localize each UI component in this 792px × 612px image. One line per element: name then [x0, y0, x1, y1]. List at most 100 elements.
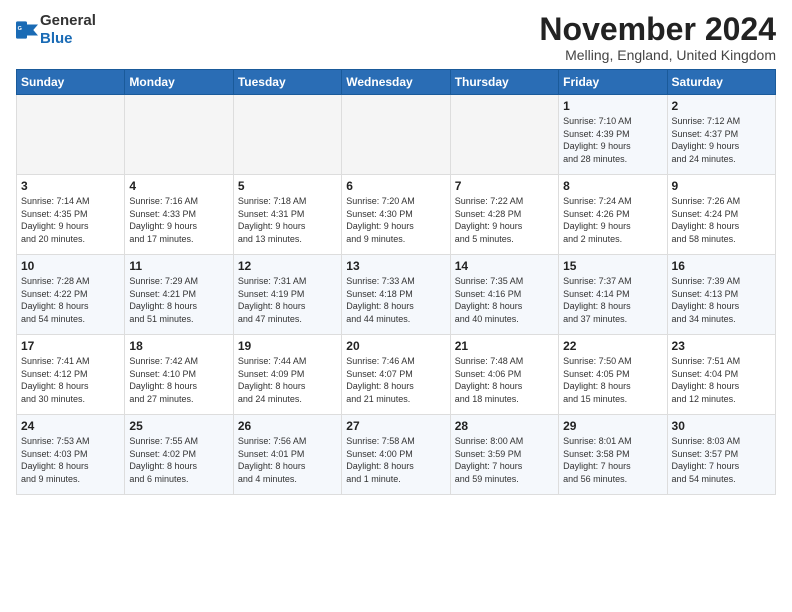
calendar-day-cell: 5 Sunrise: 7:18 AM Sunset: 4:31 PM Daylig…	[233, 175, 341, 255]
title-block: November 2024 Melling, England, United K…	[539, 12, 776, 63]
day-number: 7	[455, 179, 554, 193]
day-number: 12	[238, 259, 337, 273]
calendar-day-cell: 30Sunrise: 8:03 AM Sunset: 3:57 PM Dayli…	[667, 415, 775, 495]
calendar-week-row: 3 Sunrise: 7:14 AM Sunset: 4:35 PM Daylig…	[17, 175, 776, 255]
calendar-week-row: 1 Sunrise: 7:10 AM Sunset: 4:39 PM Daylig…	[17, 95, 776, 175]
day-number: 16	[672, 259, 771, 273]
day-number: 6	[346, 179, 445, 193]
day-number: 5	[238, 179, 337, 193]
calendar-day-cell: 10 Sunrise: 7:28 AM Sunset: 4:22 PM Dayli…	[17, 255, 125, 335]
day-detail: Sunrise: 7:16 AM Sunset: 4:33 PM Dayligh…	[129, 195, 228, 245]
calendar-day-cell: 20Sunrise: 7:46 AM Sunset: 4:07 PM Dayli…	[342, 335, 450, 415]
calendar-day-cell: 3 Sunrise: 7:14 AM Sunset: 4:35 PM Daylig…	[17, 175, 125, 255]
calendar-day-cell: 9 Sunrise: 7:26 AM Sunset: 4:24 PM Daylig…	[667, 175, 775, 255]
day-detail: Sunrise: 7:10 AM Sunset: 4:39 PM Dayligh…	[563, 115, 662, 165]
day-number: 19	[238, 339, 337, 353]
calendar-day-cell: 7 Sunrise: 7:22 AM Sunset: 4:28 PM Daylig…	[450, 175, 558, 255]
day-number: 23	[672, 339, 771, 353]
day-detail: Sunrise: 7:58 AM Sunset: 4:00 PM Dayligh…	[346, 435, 445, 485]
day-number: 9	[672, 179, 771, 193]
day-number: 18	[129, 339, 228, 353]
calendar-day-cell: 25 Sunrise: 7:55 AM Sunset: 4:02 PM Dayli…	[125, 415, 233, 495]
calendar-table: Sunday Monday Tuesday Wednesday Thursday…	[16, 69, 776, 495]
day-number: 26	[238, 419, 337, 433]
calendar-day-cell: 21 Sunrise: 7:48 AM Sunset: 4:06 PM Dayli…	[450, 335, 558, 415]
day-detail: Sunrise: 7:37 AM Sunset: 4:14 PM Dayligh…	[563, 275, 662, 325]
day-number: 15	[563, 259, 662, 273]
day-detail: Sunrise: 7:51 AM Sunset: 4:04 PM Dayligh…	[672, 355, 771, 405]
day-detail: Sunrise: 7:46 AM Sunset: 4:07 PM Dayligh…	[346, 355, 445, 405]
weekday-thursday: Thursday	[450, 70, 558, 95]
weekday-monday: Monday	[125, 70, 233, 95]
weekday-tuesday: Tuesday	[233, 70, 341, 95]
day-detail: Sunrise: 7:18 AM Sunset: 4:31 PM Dayligh…	[238, 195, 337, 245]
day-number: 22	[563, 339, 662, 353]
weekday-sunday: Sunday	[17, 70, 125, 95]
calendar-day-cell: 17 Sunrise: 7:41 AM Sunset: 4:12 PM Dayli…	[17, 335, 125, 415]
calendar-day-cell: 14 Sunrise: 7:35 AM Sunset: 4:16 PM Dayli…	[450, 255, 558, 335]
logo-blue: Blue	[40, 30, 73, 47]
day-detail: Sunrise: 7:12 AM Sunset: 4:37 PM Dayligh…	[672, 115, 771, 165]
day-detail: Sunrise: 7:33 AM Sunset: 4:18 PM Dayligh…	[346, 275, 445, 325]
logo-icon: G	[16, 21, 38, 39]
day-detail: Sunrise: 7:55 AM Sunset: 4:02 PM Dayligh…	[129, 435, 228, 485]
weekday-wednesday: Wednesday	[342, 70, 450, 95]
day-detail: Sunrise: 7:50 AM Sunset: 4:05 PM Dayligh…	[563, 355, 662, 405]
calendar-day-cell: 13 Sunrise: 7:33 AM Sunset: 4:18 PM Dayli…	[342, 255, 450, 335]
day-detail: Sunrise: 7:28 AM Sunset: 4:22 PM Dayligh…	[21, 275, 120, 325]
day-detail: Sunrise: 7:35 AM Sunset: 4:16 PM Dayligh…	[455, 275, 554, 325]
day-detail: Sunrise: 7:14 AM Sunset: 4:35 PM Dayligh…	[21, 195, 120, 245]
page-container: G General Blue November 2024 Melling, En…	[0, 0, 792, 503]
day-number: 2	[672, 99, 771, 113]
weekday-saturday: Saturday	[667, 70, 775, 95]
calendar-day-cell: 6 Sunrise: 7:20 AM Sunset: 4:30 PM Daylig…	[342, 175, 450, 255]
calendar-day-cell: 16 Sunrise: 7:39 AM Sunset: 4:13 PM Dayli…	[667, 255, 775, 335]
day-detail: Sunrise: 7:53 AM Sunset: 4:03 PM Dayligh…	[21, 435, 120, 485]
day-detail: Sunrise: 7:26 AM Sunset: 4:24 PM Dayligh…	[672, 195, 771, 245]
day-detail: Sunrise: 8:03 AM Sunset: 3:57 PM Dayligh…	[672, 435, 771, 485]
calendar-header: Sunday Monday Tuesday Wednesday Thursday…	[17, 70, 776, 95]
calendar-day-cell: 19 Sunrise: 7:44 AM Sunset: 4:09 PM Dayli…	[233, 335, 341, 415]
calendar-day-cell: 26 Sunrise: 7:56 AM Sunset: 4:01 PM Dayli…	[233, 415, 341, 495]
calendar-week-row: 10 Sunrise: 7:28 AM Sunset: 4:22 PM Dayli…	[17, 255, 776, 335]
day-detail: Sunrise: 7:20 AM Sunset: 4:30 PM Dayligh…	[346, 195, 445, 245]
day-number: 3	[21, 179, 120, 193]
calendar-week-row: 24 Sunrise: 7:53 AM Sunset: 4:03 PM Dayli…	[17, 415, 776, 495]
calendar-day-cell	[450, 95, 558, 175]
day-number: 14	[455, 259, 554, 273]
calendar-day-cell: 2 Sunrise: 7:12 AM Sunset: 4:37 PM Daylig…	[667, 95, 775, 175]
day-detail: Sunrise: 7:44 AM Sunset: 4:09 PM Dayligh…	[238, 355, 337, 405]
day-number: 28	[455, 419, 554, 433]
calendar-day-cell: 4 Sunrise: 7:16 AM Sunset: 4:33 PM Daylig…	[125, 175, 233, 255]
day-number: 13	[346, 259, 445, 273]
day-number: 17	[21, 339, 120, 353]
day-detail: Sunrise: 7:29 AM Sunset: 4:21 PM Dayligh…	[129, 275, 228, 325]
calendar-day-cell: 18 Sunrise: 7:42 AM Sunset: 4:10 PM Dayli…	[125, 335, 233, 415]
calendar-week-row: 17 Sunrise: 7:41 AM Sunset: 4:12 PM Dayli…	[17, 335, 776, 415]
calendar-day-cell: 24 Sunrise: 7:53 AM Sunset: 4:03 PM Dayli…	[17, 415, 125, 495]
day-number: 1	[563, 99, 662, 113]
calendar-day-cell: 23 Sunrise: 7:51 AM Sunset: 4:04 PM Dayli…	[667, 335, 775, 415]
day-detail: Sunrise: 8:01 AM Sunset: 3:58 PM Dayligh…	[563, 435, 662, 485]
calendar-body: 1 Sunrise: 7:10 AM Sunset: 4:39 PM Daylig…	[17, 95, 776, 495]
day-detail: Sunrise: 7:42 AM Sunset: 4:10 PM Dayligh…	[129, 355, 228, 405]
calendar-day-cell	[125, 95, 233, 175]
day-number: 21	[455, 339, 554, 353]
day-number: 4	[129, 179, 228, 193]
day-detail: Sunrise: 7:39 AM Sunset: 4:13 PM Dayligh…	[672, 275, 771, 325]
day-number: 24	[21, 419, 120, 433]
day-detail: Sunrise: 7:22 AM Sunset: 4:28 PM Dayligh…	[455, 195, 554, 245]
day-detail: Sunrise: 7:48 AM Sunset: 4:06 PM Dayligh…	[455, 355, 554, 405]
calendar-day-cell: 22 Sunrise: 7:50 AM Sunset: 4:05 PM Dayli…	[559, 335, 667, 415]
day-detail: Sunrise: 7:41 AM Sunset: 4:12 PM Dayligh…	[21, 355, 120, 405]
day-number: 25	[129, 419, 228, 433]
day-detail: Sunrise: 8:00 AM Sunset: 3:59 PM Dayligh…	[455, 435, 554, 485]
day-number: 29	[563, 419, 662, 433]
calendar-day-cell: 12Sunrise: 7:31 AM Sunset: 4:19 PM Dayli…	[233, 255, 341, 335]
day-number: 10	[21, 259, 120, 273]
calendar-day-cell	[233, 95, 341, 175]
weekday-header-row: Sunday Monday Tuesday Wednesday Thursday…	[17, 70, 776, 95]
calendar-day-cell: 27Sunrise: 7:58 AM Sunset: 4:00 PM Dayli…	[342, 415, 450, 495]
day-detail: Sunrise: 7:56 AM Sunset: 4:01 PM Dayligh…	[238, 435, 337, 485]
month-title: November 2024	[539, 12, 776, 47]
